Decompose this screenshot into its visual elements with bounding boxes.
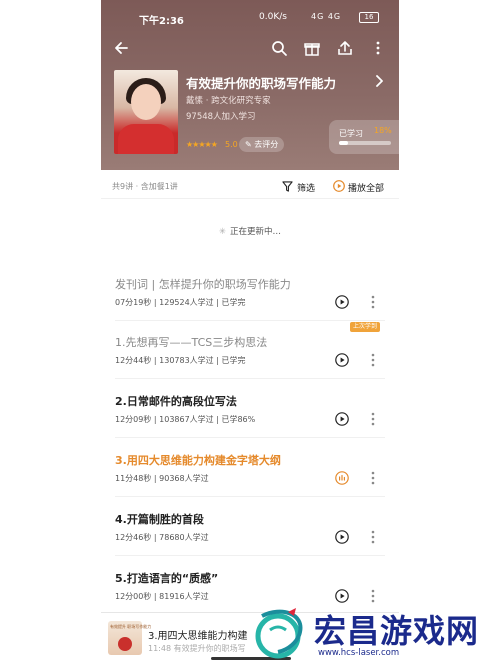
last-learned-badge: 上次学到 <box>350 322 381 332</box>
course-author: 戴愫 · 跨文化研究专家 <box>186 96 271 106</box>
watermark-title: 宏昌游戏网 <box>314 612 480 650</box>
lesson-meta: 12分09秒 | 103867人学过 | 已学86% <box>115 415 256 424</box>
lesson-meta: 07分19秒 | 129524人学过 | 已学完 <box>115 298 246 307</box>
chevron-right-icon[interactable] <box>375 74 385 88</box>
lesson-title: 5.打造语言的“质感” <box>115 572 219 585</box>
divider <box>115 320 385 321</box>
updating-text: 正在更新中… <box>230 227 282 237</box>
updating-status: ✳ 正在更新中… <box>101 225 399 237</box>
play-all-icon[interactable] <box>333 180 345 192</box>
rating-value: 5.0 <box>225 140 238 149</box>
instructor-avatar <box>114 70 178 154</box>
playing-equalizer-icon[interactable] <box>335 471 349 485</box>
search-icon[interactable] <box>271 40 287 56</box>
divider <box>115 555 385 556</box>
mini-player-subtitle: 11:48 有效提升你的职场写 <box>148 644 246 653</box>
divider <box>115 437 385 438</box>
back-arrow-icon[interactable] <box>113 40 129 56</box>
more-vertical-icon[interactable] <box>375 40 381 56</box>
lesson-title: 4.开篇制胜的首段 <box>115 513 204 526</box>
play-circle-icon[interactable] <box>335 353 349 367</box>
status-time: 下午2:36 <box>139 16 184 27</box>
lesson-item-current[interactable]: 3.用四大思维能力构建金字塔大纲 11分48秒 | 90368人学过 <box>101 452 399 510</box>
rate-button-label: 去评分 <box>254 140 279 149</box>
lesson-item[interactable]: 1.先想再写——TCS三步构思法 12分44秒 | 130783人学过 | 已学… <box>101 334 399 392</box>
play-circle-icon[interactable] <box>335 295 349 309</box>
rate-button[interactable]: ✎ 去评分 <box>239 137 285 152</box>
enrolled-count: 97548人加入学习 <box>186 112 256 122</box>
top-nav <box>101 38 399 60</box>
lesson-item[interactable]: 2.日常邮件的高段位写法 12分09秒 | 103867人学过 | 已学86% <box>101 393 399 451</box>
filter-icon[interactable] <box>282 181 293 192</box>
watermark: 宏昌游戏网 www.hcs-laser.com <box>252 600 500 666</box>
more-vertical-icon[interactable] <box>370 470 376 486</box>
lesson-meta: 11分48秒 | 90368人学过 <box>115 474 209 483</box>
lesson-toolbar: 共9讲 · 含加餐1讲 筛选 播放全部 <box>101 176 399 199</box>
more-vertical-icon[interactable] <box>370 411 376 427</box>
watermark-url: www.hcs-laser.com <box>318 648 400 658</box>
divider <box>115 378 385 379</box>
progress-label: 已学习 <box>339 129 363 138</box>
lesson-meta: 12分00秒 | 81916人学过 <box>115 592 209 601</box>
lesson-item[interactable]: 4.开篇制胜的首段 12分46秒 | 78680人学过 <box>101 511 399 569</box>
filter-button[interactable]: 筛选 <box>297 181 315 194</box>
course-title[interactable]: 有效提升你的职场写作能力 <box>186 73 336 92</box>
learning-progress: 已学习 18% <box>329 120 399 154</box>
star-rating-icon: ★★★★★ <box>186 140 218 149</box>
dragon-logo-icon <box>255 608 303 659</box>
lesson-title: 2.日常邮件的高段位写法 <box>115 395 237 408</box>
phone-screen: 下午2:36 0.0K/s 4G 4G 16 有效提升你的职场写作能力 戴愫 ·… <box>101 0 399 666</box>
battery-icon: 16 <box>359 12 379 23</box>
share-icon[interactable] <box>337 40 353 56</box>
more-vertical-icon[interactable] <box>370 352 376 368</box>
progress-fill <box>339 141 349 145</box>
play-circle-icon[interactable] <box>335 412 349 426</box>
lesson-title: 1.先想再写——TCS三步构思法 <box>115 336 268 349</box>
loading-spinner-icon: ✳ <box>218 227 227 237</box>
divider <box>115 496 385 497</box>
lesson-title: 发刊词 | 怎样提升你的职场写作能力 <box>115 278 291 291</box>
signal-indicator: 4G 4G <box>311 12 342 21</box>
gift-icon[interactable] <box>304 40 320 56</box>
lesson-title: 3.用四大思维能力构建金字塔大纲 <box>115 454 281 467</box>
progress-value: 18% <box>374 126 392 135</box>
mini-player-title: 3.用四大思维能力构建 <box>148 631 248 642</box>
lesson-meta: 12分46秒 | 78680人学过 <box>115 533 209 542</box>
lesson-count: 共9讲 · 含加餐1讲 <box>112 182 178 191</box>
mini-player-thumbnail: 有效提升 职场写作能力 <box>108 621 151 655</box>
network-speed: 0.0K/s <box>259 12 287 22</box>
lesson-meta: 12分44秒 | 130783人学过 | 已学完 <box>115 356 246 365</box>
play-circle-icon[interactable] <box>335 530 349 544</box>
more-vertical-icon[interactable] <box>370 529 376 545</box>
play-all-button[interactable]: 播放全部 <box>348 181 384 194</box>
status-bar: 下午2:36 0.0K/s 4G 4G 16 <box>101 10 399 27</box>
course-header: 下午2:36 0.0K/s 4G 4G 16 有效提升你的职场写作能力 戴愫 ·… <box>101 0 399 170</box>
progress-track <box>339 141 391 145</box>
thumbnail-caption: 有效提升 职场写作能力 <box>110 624 152 629</box>
more-vertical-icon[interactable] <box>370 294 376 310</box>
